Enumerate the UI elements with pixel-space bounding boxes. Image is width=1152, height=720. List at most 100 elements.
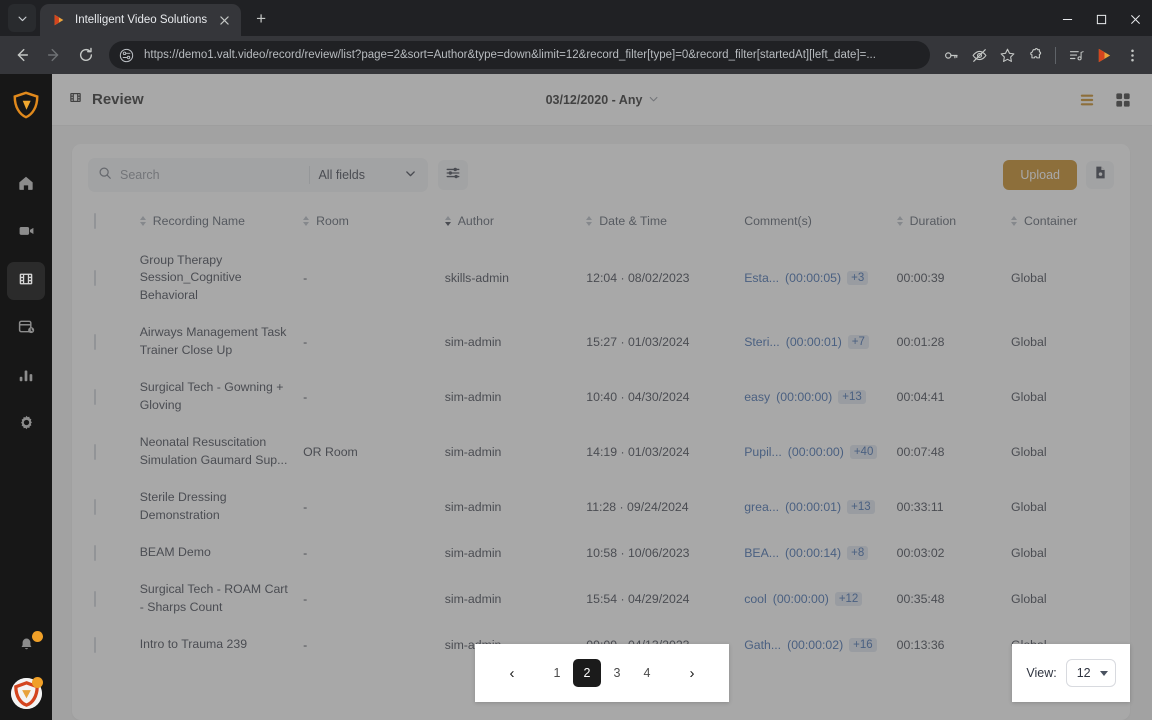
comments-cell[interactable]: Pupil... (00:00:00) +40 [738,424,890,479]
author-cell[interactable]: skills-admin [439,242,581,314]
close-window-button[interactable] [1118,2,1152,36]
password-key-icon[interactable] [938,42,964,68]
recording-name-cell[interactable]: Airways Management Task Trainer Close Up [134,314,297,369]
author-cell[interactable]: sim-admin [439,424,581,479]
col-container[interactable]: Container [1005,206,1114,242]
author-cell[interactable]: sim-admin [439,534,581,571]
account-button[interactable] [9,676,43,710]
sidebar-item-scheduler[interactable] [7,310,45,348]
new-tab-button[interactable]: + [247,5,275,33]
sidebar-item-live[interactable] [7,214,45,252]
tab-search-chevron-icon[interactable] [8,4,36,32]
notifications-button[interactable] [9,630,43,664]
date-filter[interactable]: 03/12/2020 - Any [546,93,659,107]
comments-cell[interactable]: Esta... (00:00:05) +3 [738,242,890,314]
comment-more-badge[interactable]: +16 [849,638,877,653]
comments-cell[interactable]: cool (00:00:00) +12 [738,571,890,626]
comment-more-badge[interactable]: +12 [834,591,863,606]
extensions-puzzle-icon[interactable] [1022,42,1048,68]
grid-view-icon[interactable] [1112,89,1134,111]
recording-name-cell[interactable]: Neonatal Resuscitation Simulation Gaumar… [134,424,297,479]
row-checkbox[interactable] [94,443,96,460]
media-playlist-icon[interactable] [1063,42,1089,68]
container-cell[interactable]: Global [1005,369,1114,424]
page-number[interactable]: 4 [633,659,661,687]
browser-tab[interactable]: Intelligent Video Solutions [40,4,242,36]
bookmark-star-icon[interactable] [994,42,1020,68]
prev-page-button[interactable]: ‹ [495,656,529,690]
sidebar-item-reports[interactable] [7,358,45,396]
close-icon[interactable] [216,12,233,29]
page-number[interactable]: 2 [573,659,601,687]
recording-name-cell[interactable]: Group Therapy Session_Cognitive Behavior… [134,242,297,314]
search-input[interactable] [120,168,302,182]
upload-button[interactable]: Upload [1003,160,1077,190]
table-row[interactable]: Sterile Dressing Demonstration - sim-admin… [88,479,1114,534]
comment-more-badge[interactable]: +40 [849,444,878,459]
comments-cell[interactable]: Gath... (00:00:02) +16 [738,626,890,663]
col-date-time[interactable]: Date & Time [580,206,738,242]
minimize-button[interactable] [1050,2,1084,36]
container-cell[interactable]: Global [1005,479,1114,534]
page-number[interactable]: 1 [543,659,571,687]
comments-cell[interactable]: Steri... (00:00:01) +7 [738,314,890,369]
row-checkbox[interactable] [94,544,96,561]
row-checkbox[interactable] [94,498,96,515]
table-row[interactable]: Surgical Tech - ROAM Cart - Sharps Count… [88,571,1114,626]
container-cell[interactable]: Global [1005,534,1114,571]
table-row[interactable]: BEAM Demo - sim-admin 10:58 · 10/06/2023 BEA… [88,534,1114,571]
col-author[interactable]: Author [439,206,581,242]
comment-more-badge[interactable]: +7 [847,334,869,349]
row-checkbox[interactable] [94,388,96,405]
author-cell[interactable]: sim-admin [439,369,581,424]
comment-more-badge[interactable]: +13 [838,389,866,404]
site-settings-icon[interactable] [117,46,135,64]
recording-name-cell[interactable]: Surgical Tech - Gowning + Gloving [134,369,297,424]
sidebar-item-home[interactable] [7,166,45,204]
container-cell[interactable]: Global [1005,571,1114,626]
recording-name-cell[interactable]: Intro to Trauma 239 [134,626,297,663]
comment-more-badge[interactable]: +8 [847,545,869,560]
comment-more-badge[interactable]: +3 [847,271,869,286]
row-checkbox[interactable] [94,637,96,654]
maximize-button[interactable] [1084,2,1118,36]
export-button[interactable] [1086,161,1114,189]
comments-cell[interactable]: easy (00:00:00) +13 [738,369,890,424]
valt-shield-logo-icon[interactable] [9,88,43,122]
hide-password-eye-icon[interactable] [966,42,992,68]
row-checkbox[interactable] [94,270,96,287]
page-number[interactable]: 3 [603,659,631,687]
row-checkbox[interactable] [94,333,96,350]
reload-button[interactable] [71,40,101,70]
comments-cell[interactable]: grea... (00:00:01) +13 [738,479,890,534]
list-view-icon[interactable] [1076,89,1098,111]
comments-cell[interactable]: BEA... (00:00:14) +8 [738,534,890,571]
recording-name-cell[interactable]: Surgical Tech - ROAM Cart - Sharps Count [134,571,297,626]
recording-name-cell[interactable]: BEAM Demo [134,534,297,571]
table-row[interactable]: Group Therapy Session_Cognitive Behavior… [88,242,1114,314]
author-cell[interactable]: sim-admin [439,479,581,534]
comment-more-badge[interactable]: +13 [847,499,875,514]
row-checkbox[interactable] [94,590,96,607]
fields-select[interactable]: All fields [318,168,418,182]
container-cell[interactable]: Global [1005,314,1114,369]
select-all-checkbox[interactable] [94,213,96,229]
valt-play-icon[interactable] [1091,42,1117,68]
container-cell[interactable]: Global [1005,242,1114,314]
author-cell[interactable]: sim-admin [439,571,581,626]
table-row[interactable]: Surgical Tech - Gowning + Gloving - sim-ad… [88,369,1114,424]
author-cell[interactable]: sim-admin [439,314,581,369]
recording-name-cell[interactable]: Sterile Dressing Demonstration [134,479,297,534]
container-cell[interactable]: Global [1005,424,1114,479]
advanced-filter-button[interactable] [438,160,468,190]
next-page-button[interactable]: › [675,656,709,690]
back-button[interactable] [7,40,37,70]
browser-menu-kebab-icon[interactable] [1119,42,1145,68]
sidebar-item-settings[interactable] [7,406,45,444]
col-room[interactable]: Room [297,206,439,242]
col-duration[interactable]: Duration [891,206,1005,242]
table-row[interactable]: Neonatal Resuscitation Simulation Gaumar… [88,424,1114,479]
col-recording-name[interactable]: Recording Name [134,206,297,242]
view-selector-dropdown[interactable]: 12 [1065,659,1116,687]
table-row[interactable]: Airways Management Task Trainer Close Up… [88,314,1114,369]
